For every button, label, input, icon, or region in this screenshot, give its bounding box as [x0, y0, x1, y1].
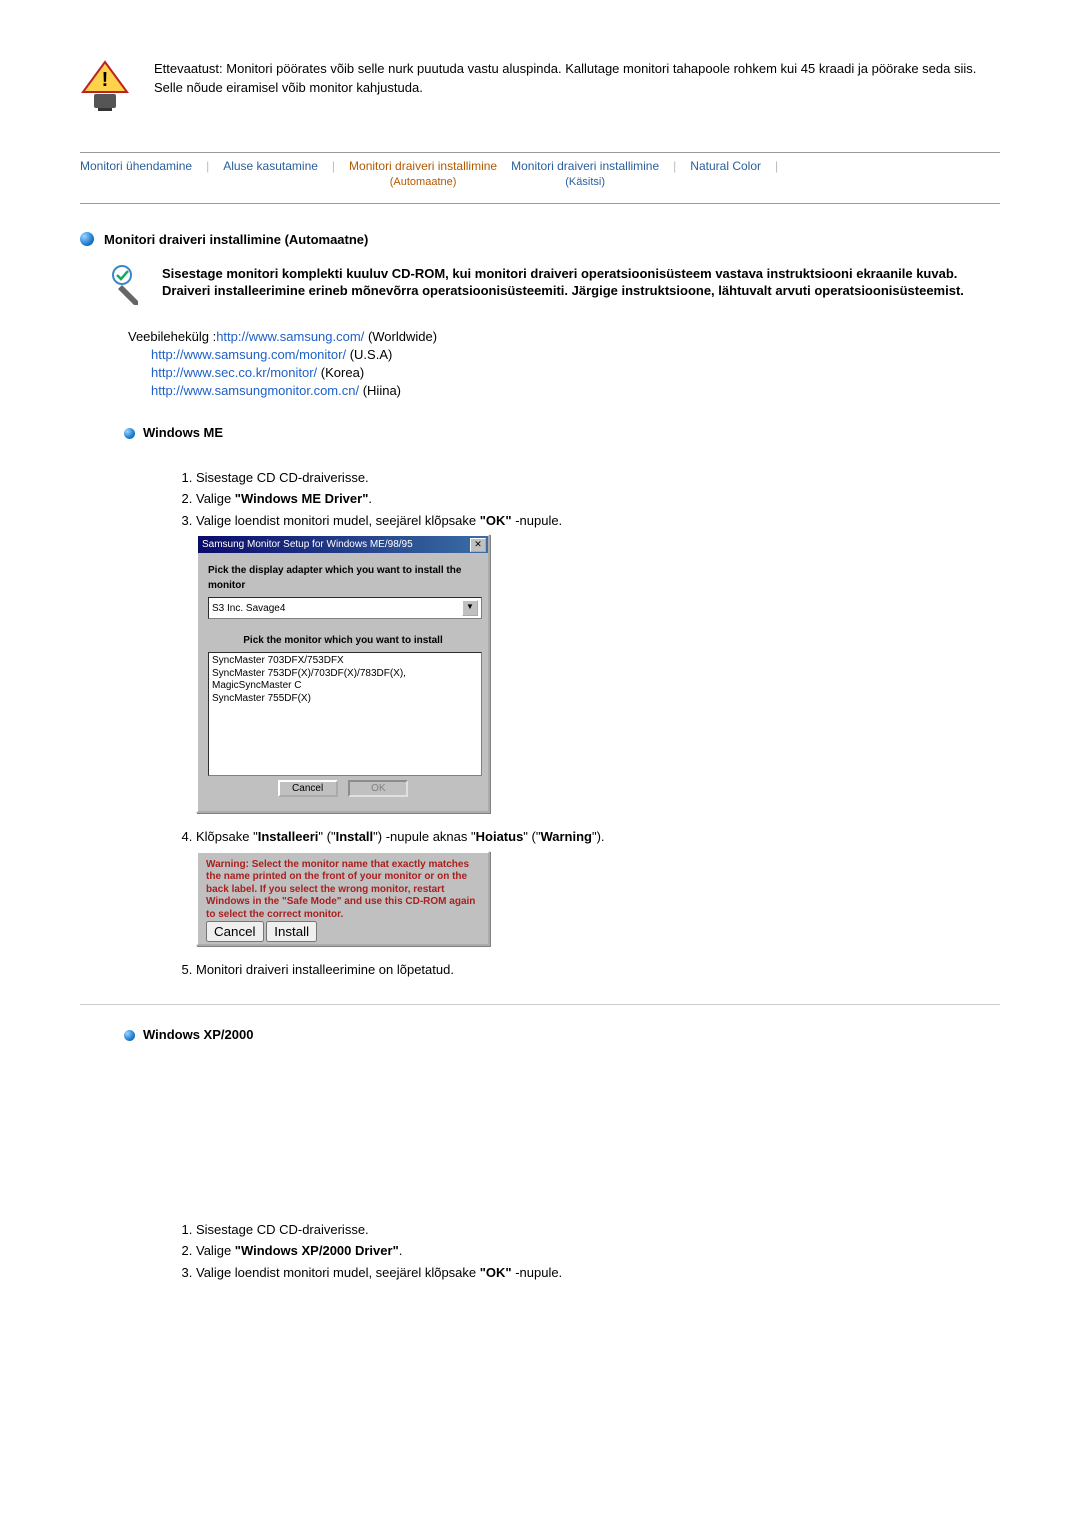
- tab-using-stand[interactable]: Aluse kasutamine: [223, 159, 318, 175]
- web-link-worldwide[interactable]: http://www.samsung.com/: [216, 329, 364, 344]
- warning-dialog: Warning: Select the monitor name that ex…: [196, 851, 490, 947]
- step-bold: "OK": [480, 1265, 512, 1280]
- section-header: Monitori draiveri installimine (Automaat…: [80, 232, 1000, 247]
- chevron-down-icon[interactable]: ▼: [462, 600, 478, 616]
- list-item[interactable]: SyncMaster 753DF(X)/703DF(X)/783DF(X), M…: [212, 668, 478, 693]
- step-text: -nupule.: [512, 513, 563, 528]
- web-label: Veebilehekülg :: [128, 329, 216, 344]
- caution-icon: !: [80, 60, 130, 112]
- step-text: Sisestage CD CD-draiverisse.: [196, 1222, 369, 1237]
- step-text: Sisestage CD CD-draiverisse.: [196, 470, 369, 485]
- section-title: Monitori draiveri installimine (Automaat…: [104, 232, 368, 247]
- tabs: Monitori ühendamine | Aluse kasutamine |…: [80, 152, 1000, 204]
- step-item: Sisestage CD CD-draiverisse.: [196, 1220, 1000, 1240]
- list-item[interactable]: SyncMaster 755DF(X): [212, 693, 478, 706]
- step-item: Monitori draiveri installeerimine on lõp…: [196, 960, 1000, 980]
- step-item: Sisestage CD CD-draiverisse.: [196, 468, 1000, 488]
- divider: [80, 1004, 1000, 1005]
- step-text: ") -nupule aknas ": [373, 829, 475, 844]
- tab-separator: |: [775, 159, 778, 173]
- tab-separator: |: [673, 159, 676, 173]
- cancel-button[interactable]: Cancel: [206, 921, 264, 942]
- step-text: -nupule.: [512, 1265, 563, 1280]
- step-text: Valige loendist monitori mudel, seejärel…: [196, 1265, 480, 1280]
- tab-sublabel: (Automaatne): [349, 175, 497, 189]
- step-text: ").: [592, 829, 605, 844]
- steps-xp: Sisestage CD CD-draiverisse. Valige "Win…: [168, 1220, 1000, 1283]
- web-region: (Hiina): [363, 383, 401, 398]
- instruction-row: Sisestage monitori komplekti kuuluv CD-R…: [108, 265, 1000, 312]
- web-links: Veebilehekülg :http://www.samsung.com/ (…: [128, 328, 1000, 401]
- ok-button[interactable]: OK: [348, 780, 408, 797]
- tab-label: Monitori draiveri installimine: [511, 159, 659, 173]
- tab-natural-color[interactable]: Natural Color: [690, 159, 761, 175]
- step-item: Valige loendist monitori mudel, seejärel…: [196, 511, 1000, 814]
- step-text: Valige: [196, 491, 235, 506]
- cancel-button[interactable]: Cancel: [278, 780, 338, 797]
- warning-text: Warning: Select the monitor name that ex…: [206, 859, 480, 922]
- adapter-combo[interactable]: S3 Inc. Savage4 ▼: [208, 597, 482, 619]
- step-bold: Warning: [540, 829, 592, 844]
- step-item: Valige "Windows ME Driver".: [196, 489, 1000, 509]
- web-link-korea[interactable]: http://www.sec.co.kr/monitor/: [151, 365, 317, 380]
- steps-me: Sisestage CD CD-draiverisse. Valige "Win…: [168, 468, 1000, 980]
- step-item: Valige "Windows XP/2000 Driver".: [196, 1241, 1000, 1261]
- tab-sublabel: (Käsitsi): [511, 175, 659, 189]
- list-item[interactable]: SyncMaster 703DFX/753DFX: [212, 655, 478, 668]
- web-region: (Worldwide): [368, 329, 437, 344]
- step-bold: "Windows XP/2000 Driver": [235, 1243, 399, 1258]
- monitor-label: Pick the monitor which you want to insta…: [208, 633, 478, 648]
- step-text: Valige loendist monitori mudel, seejärel…: [196, 513, 480, 528]
- tab-install-driver-auto[interactable]: Monitori draiveri installimine (Automaat…: [349, 159, 497, 189]
- tab-install-driver-manual[interactable]: Monitori draiveri installimine (Käsitsi): [511, 159, 659, 189]
- subsection-title: Windows ME: [143, 425, 223, 440]
- step-text: Monitori draiveri installeerimine on lõp…: [196, 962, 454, 977]
- subsection-title: Windows XP/2000: [143, 1027, 253, 1042]
- section-windows-me: Windows ME Sisestage CD CD-draiverisse. …: [124, 425, 1000, 980]
- install-button[interactable]: Install: [266, 921, 317, 942]
- monitor-setup-dialog: Samsung Monitor Setup for Windows ME/98/…: [196, 534, 490, 813]
- step-bold: "OK": [480, 513, 512, 528]
- dialog-titlebar: Samsung Monitor Setup for Windows ME/98/…: [198, 536, 488, 553]
- mouse-check-icon: [108, 265, 146, 312]
- step-text: Klõpsake ": [196, 829, 258, 844]
- step-bold: Hoiatus: [476, 829, 524, 844]
- step-bold: Install: [336, 829, 374, 844]
- svg-text:!: !: [102, 69, 109, 91]
- step-item: Klõpsake "Installeeri" ("Install") -nupu…: [196, 827, 1000, 946]
- step-bold: "Windows ME Driver": [235, 491, 369, 506]
- web-region: (U.S.A): [350, 347, 393, 362]
- tab-connect-monitor[interactable]: Monitori ühendamine: [80, 159, 192, 175]
- adapter-label: Pick the display adapter which you want …: [208, 563, 478, 593]
- dialog-title: Samsung Monitor Setup for Windows ME/98/…: [202, 537, 413, 552]
- step-bold: Installeeri: [258, 829, 319, 844]
- bullet-icon: [124, 1030, 135, 1041]
- web-link-usa[interactable]: http://www.samsung.com/monitor/: [151, 347, 346, 362]
- bullet-icon: [80, 232, 94, 246]
- instruction-text: Sisestage monitori komplekti kuuluv CD-R…: [162, 265, 1000, 300]
- tab-label: Monitori draiveri installimine: [349, 159, 497, 173]
- tab-separator: |: [332, 159, 335, 173]
- bullet-icon: [124, 428, 135, 439]
- step-text: Valige: [196, 1243, 235, 1258]
- caution-text: Ettevaatust: Monitori pöörates võib sell…: [154, 60, 1000, 98]
- section-windows-xp-2000: Windows XP/2000 Sisestage CD CD-draiveri…: [124, 1027, 1000, 1283]
- caution-row: ! Ettevaatust: Monitori pöörates võib se…: [80, 60, 1000, 112]
- combo-value: S3 Inc. Savage4: [212, 601, 285, 616]
- step-text: " (": [523, 829, 540, 844]
- web-region: (Korea): [321, 365, 364, 380]
- tab-separator: |: [206, 159, 209, 173]
- step-item: Valige loendist monitori mudel, seejärel…: [196, 1263, 1000, 1283]
- web-link-china[interactable]: http://www.samsungmonitor.com.cn/: [151, 383, 359, 398]
- step-text: " (": [318, 829, 335, 844]
- monitor-listbox[interactable]: SyncMaster 703DFX/753DFX SyncMaster 753D…: [208, 652, 482, 776]
- close-icon[interactable]: ✕: [470, 538, 486, 552]
